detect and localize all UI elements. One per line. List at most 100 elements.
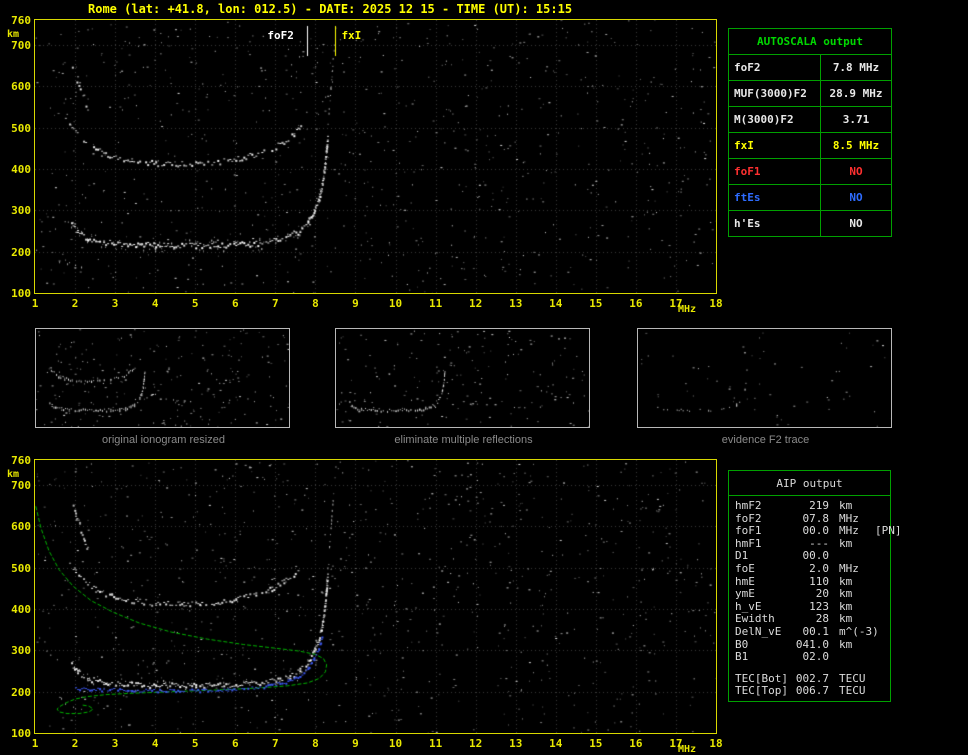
aip-param-value: 02.0 — [802, 650, 830, 664]
x-axis-tick-label: 14 — [549, 297, 563, 310]
x-axis-tick-label: 8 — [312, 297, 319, 310]
aip-param-extra — [875, 538, 887, 551]
x-axis-tick-label: 15 — [589, 297, 603, 310]
y-axis-unit-label: km — [7, 469, 20, 480]
aip-param-name: ymE — [735, 587, 755, 601]
x-axis-tick-label: 5 — [191, 297, 199, 310]
station-header: Rome (lat: +41.8, lon: 012.5) - DATE: 20… — [88, 2, 573, 16]
x-axis-tick-label: 5 — [191, 737, 199, 750]
main-ionogram-canvas — [34, 19, 717, 294]
x-axis-tick-label: 9 — [352, 297, 359, 310]
aip-param-unit: MHz — [839, 561, 859, 575]
y-axis-tick-label: 700 — [11, 478, 31, 492]
x-axis-tick-label: 10 — [388, 737, 403, 750]
autoscala-param-value: 3.71 — [820, 106, 892, 133]
aip-param-value: 006.7 — [795, 684, 829, 698]
y-axis-tick-label: 600 — [11, 80, 31, 94]
y-axis-unit-label: km — [7, 29, 20, 40]
aip-param-extra — [875, 651, 887, 664]
fof2-marker-label: foF2 — [267, 29, 294, 42]
x-axis-tick-label: 16 — [629, 737, 643, 750]
aip-param-unit — [829, 651, 875, 664]
x-axis-tick-label: 10 — [388, 297, 403, 310]
aip-param-extra — [875, 601, 887, 614]
thumbnail-eliminate-reflections — [335, 328, 590, 428]
y-axis-tick-label: 400 — [11, 162, 31, 176]
x-axis-unit-label: MHz — [678, 744, 697, 755]
aip-output-panel: AIP output hmF2 219 km foF2 07.8 MHz foF1 00.0 M… — [728, 470, 902, 702]
aip-param-unit: km — [839, 599, 853, 613]
aip-param-unit: km — [839, 574, 853, 588]
aip-param-value: 2.0 — [809, 561, 829, 575]
aip-row: foE 2.0 MHz — [735, 561, 887, 576]
autoscala-output-table: AUTOSCALA output foF2 7.8 MHz MUF(3000)F2 2… — [728, 28, 892, 237]
autoscala-param-value: 7.8 MHz — [820, 54, 892, 81]
x-axis-unit-label: MHz — [678, 304, 697, 315]
thumbnail-caption-eliminate: eliminate multiple reflections — [394, 434, 533, 446]
x-axis-tick-label: 6 — [231, 297, 239, 310]
autoscala-param-label: ftEs — [728, 184, 821, 211]
x-axis-tick-label: 7 — [272, 737, 279, 750]
aip-param-name: TEC[Top] — [735, 684, 788, 698]
y-axis-tick-label: 500 — [11, 121, 31, 135]
aip-param-extra — [875, 588, 887, 601]
x-axis-tick-label: 4 — [151, 297, 159, 310]
aip-param-value: 00.0 — [802, 524, 830, 538]
y-axis-tick-label: 700 — [11, 38, 31, 52]
aip-row: B1 02.0 — [735, 651, 887, 664]
x-axis-tick-label: 4 — [151, 737, 159, 750]
aip-panel-header: AIP output — [729, 471, 890, 496]
aip-param-unit: m^(-3) — [839, 624, 879, 638]
x-axis-tick-label: 8 — [312, 737, 319, 750]
x-axis-tick-label: 13 — [509, 297, 523, 310]
y-axis-tick-label: 300 — [11, 204, 31, 218]
aip-param-extra: [PN] — [875, 524, 902, 538]
x-axis-tick-label: 14 — [549, 737, 563, 750]
x-axis-tick-label: 3 — [111, 297, 119, 310]
x-axis-tick-label: 9 — [352, 737, 359, 750]
autoscala-param-value: 28.9 MHz — [820, 80, 892, 107]
aip-param-extra — [875, 626, 887, 639]
x-axis-tick-label: 12 — [469, 737, 483, 750]
aip-param-unit: km — [839, 637, 853, 651]
autoscala-row: MUF(3000)F2 28.9 MHz — [728, 80, 892, 107]
aip-row: TEC[Top] 006.7 TECU — [735, 685, 887, 698]
y-axis-tick-label: 400 — [11, 602, 31, 616]
x-axis-tick-label: 7 — [272, 297, 279, 310]
autoscala-row: h'Es NO — [728, 210, 892, 237]
x-axis-tick-label: 11 — [428, 297, 443, 310]
aip-param-value: 219 — [809, 499, 829, 512]
aip-param-name: foF1 — [735, 524, 762, 538]
autoscala-window: Rome (lat: +41.8, lon: 012.5) - DATE: 20… — [0, 0, 968, 755]
aip-param-unit: MHz — [839, 524, 859, 538]
aip-param-name: foE — [735, 561, 755, 575]
aip-param-name: DelN_vE — [735, 624, 782, 638]
autoscala-param-label: MUF(3000)F2 — [728, 80, 821, 107]
aip-param-value: 00.1 — [802, 624, 830, 638]
autoscala-param-label: foF2 — [728, 54, 821, 81]
x-axis-tick-label: 1 — [31, 297, 39, 310]
aip-param-name: hmF2 — [735, 499, 762, 512]
fxi-marker-label: fxI — [341, 29, 362, 42]
autoscala-row: M(3000)F2 3.71 — [728, 106, 892, 133]
aip-param-value: 20 — [815, 587, 829, 601]
y-axis-tick-label: 760 — [11, 14, 31, 27]
x-axis-tick-label: 6 — [231, 737, 239, 750]
autoscala-table-header: AUTOSCALA output — [728, 28, 892, 55]
autoscala-param-value: NO — [820, 158, 892, 185]
thumbnail-caption-original: original ionogram resized — [102, 434, 225, 446]
y-axis-tick-label: 200 — [11, 245, 31, 259]
x-axis-tick-label: 18 — [709, 737, 723, 750]
aip-param-unit: TECU — [839, 684, 866, 698]
y-axis-tick-label: 600 — [11, 520, 31, 534]
y-axis-tick-label: 500 — [11, 561, 31, 575]
y-axis-tick-label: 300 — [11, 644, 31, 658]
autoscala-row: ftEs NO — [728, 184, 892, 211]
aip-param-extra — [875, 576, 887, 589]
autoscala-param-label: foF1 — [728, 158, 821, 185]
x-axis-tick-label: 15 — [589, 737, 603, 750]
aip-param-unit: km — [839, 536, 853, 550]
autoscala-param-label: M(3000)F2 — [728, 106, 821, 133]
x-axis-tick-label: 3 — [111, 737, 119, 750]
autoscala-row: foF1 NO — [728, 158, 892, 185]
